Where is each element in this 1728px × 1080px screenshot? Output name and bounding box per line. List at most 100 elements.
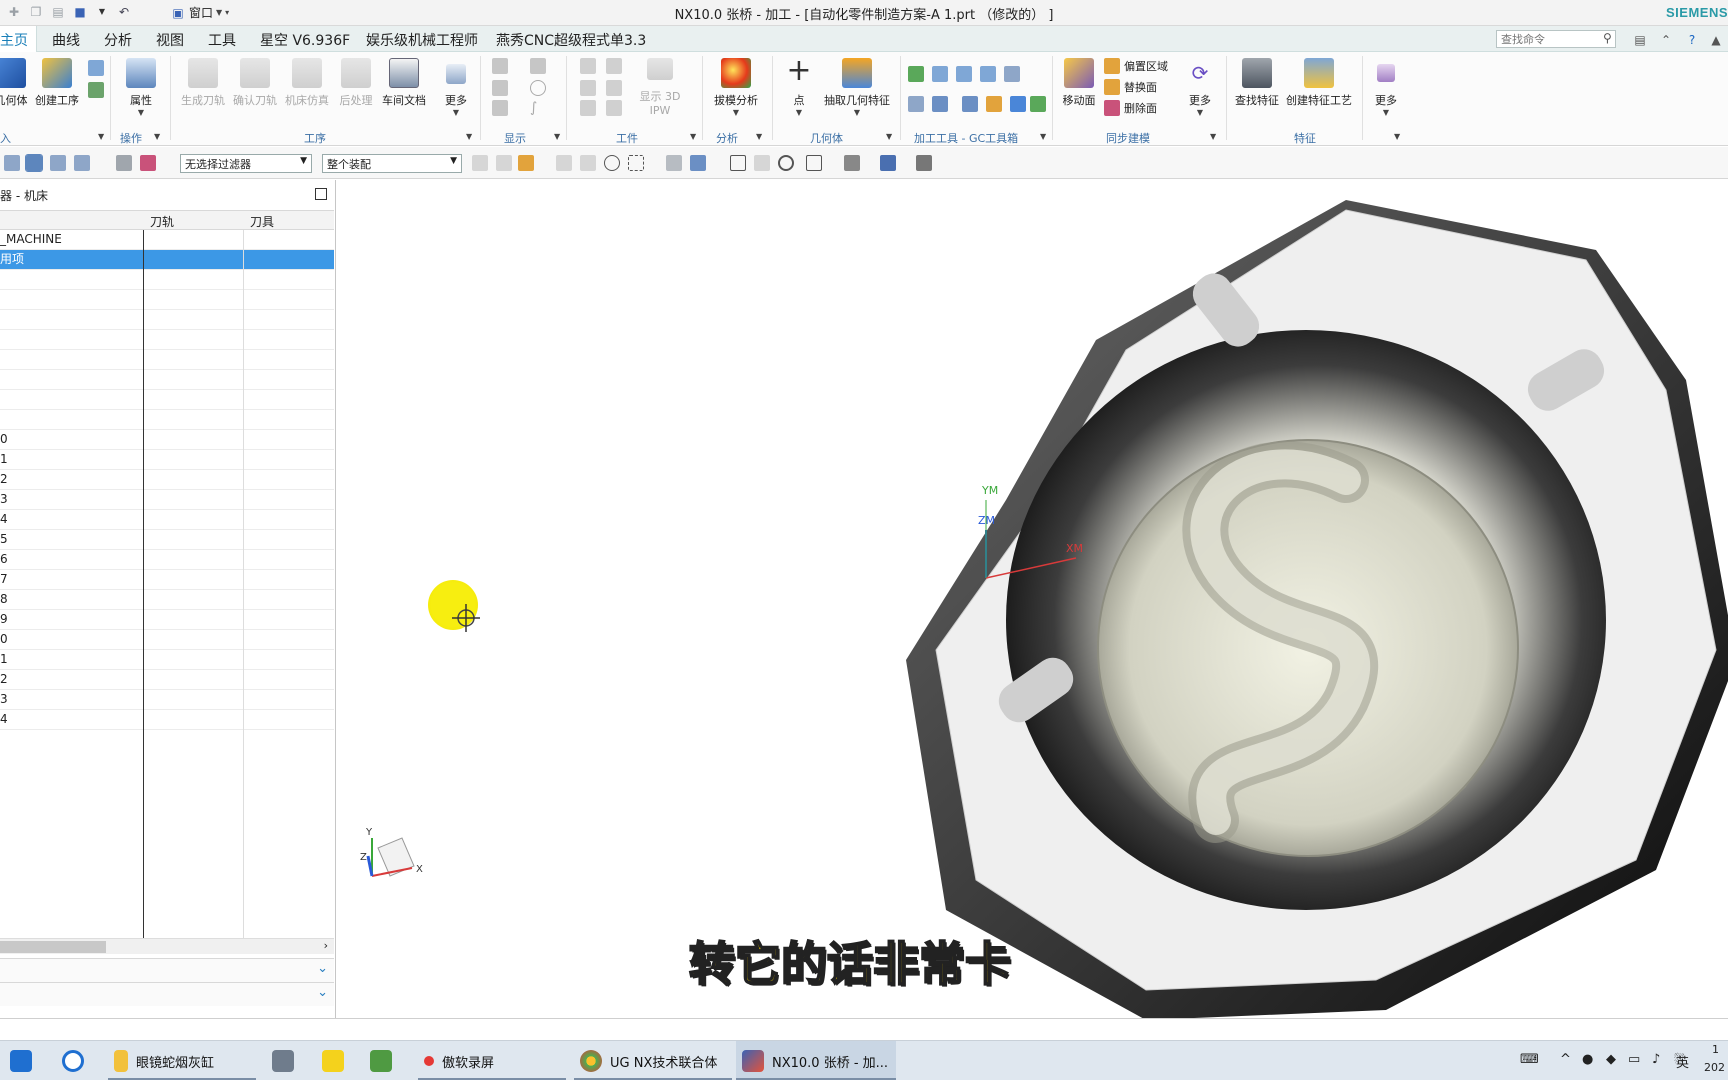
snap-icon-2[interactable] xyxy=(496,155,512,171)
table-row[interactable]: 2 xyxy=(0,670,334,690)
properties-button[interactable]: 属性 ▼ xyxy=(124,58,158,117)
postprocess-button[interactable]: 后处理 xyxy=(336,58,376,108)
table-row[interactable]: 4 xyxy=(0,510,334,530)
chevron-down-icon[interactable]: ▼ xyxy=(690,132,696,141)
machine-simulation-button[interactable]: 机床仿真 xyxy=(284,58,330,108)
table-row[interactable]: 用项 xyxy=(0,250,334,270)
mail-app-button[interactable] xyxy=(10,1041,44,1080)
gc-icon-4[interactable] xyxy=(980,66,996,82)
table-row[interactable] xyxy=(0,330,334,350)
table-row[interactable] xyxy=(0,310,334,330)
replay-icon[interactable] xyxy=(492,80,508,96)
view-cube-icon[interactable] xyxy=(690,155,706,171)
gc-icon-9[interactable] xyxy=(986,96,1002,112)
table-row[interactable] xyxy=(0,390,334,410)
table-row[interactable]: 3 xyxy=(0,690,334,710)
chevron-down-icon[interactable]: ▼ xyxy=(1394,132,1400,141)
snap-icon-5[interactable] xyxy=(580,155,596,171)
tab-curve[interactable]: 曲线 xyxy=(52,30,80,50)
display-toolpath-icon[interactable] xyxy=(492,58,508,74)
work-layer-icon[interactable] xyxy=(916,155,932,171)
workpiece-icon-b[interactable] xyxy=(606,58,622,74)
table-row[interactable]: 4 xyxy=(0,710,334,730)
render-style-icon[interactable] xyxy=(844,155,860,171)
geometry-view-icon[interactable] xyxy=(50,155,66,171)
microphone-icon[interactable]: ● xyxy=(1582,1052,1593,1067)
gc-icon-3[interactable] xyxy=(956,66,972,82)
chevron-down-icon[interactable]: ▼ xyxy=(886,132,892,141)
method-icon[interactable] xyxy=(88,82,104,98)
move-face-button[interactable]: 移动面 xyxy=(1060,58,1098,108)
tab-analysis[interactable]: 分析 xyxy=(104,30,132,50)
calculator-button[interactable] xyxy=(272,1041,302,1080)
geometry-button[interactable]: 几何体 xyxy=(0,58,28,108)
gc-icon-5[interactable] xyxy=(1004,66,1020,82)
more-button-process[interactable]: 更多 ▼ xyxy=(440,58,472,117)
table-row[interactable]: _MACHINE xyxy=(0,230,334,250)
target-icon[interactable] xyxy=(530,80,546,96)
tab-tools[interactable]: 工具 xyxy=(208,30,236,50)
table-row[interactable]: 8 xyxy=(0,590,334,610)
graphics-viewport[interactable]: ZM XM YM Y Z X xyxy=(346,180,1728,1018)
verify-toolpath-button[interactable]: 确认刀轨 xyxy=(232,58,278,108)
rotate-icon[interactable] xyxy=(778,155,794,171)
curve-icon[interactable]: ∫ xyxy=(530,100,546,116)
create-operation-button[interactable]: 创建工序 xyxy=(32,58,82,108)
snap-icon-3[interactable] xyxy=(518,155,534,171)
taskbar-item-folder[interactable]: 眼镜蛇烟灰缸 xyxy=(108,1041,256,1080)
table-row[interactable] xyxy=(0,410,334,430)
select-icon[interactable] xyxy=(116,155,132,171)
gc-icon-6[interactable] xyxy=(908,96,924,112)
tab-home[interactable]: 主页 xyxy=(0,26,37,53)
keyboard-icon[interactable]: ⌨ xyxy=(1520,1052,1539,1067)
table-row[interactable] xyxy=(0,290,334,310)
workpiece-icon-e[interactable] xyxy=(580,100,596,116)
clock-date[interactable]: 202 xyxy=(1704,1061,1725,1074)
extract-geometry-button[interactable]: 抽取几何特征 ▼ xyxy=(822,58,892,117)
table-row[interactable] xyxy=(0,370,334,390)
list-toolpath-icon[interactable] xyxy=(492,100,508,116)
generate-toolpath-button[interactable]: 生成刀轨 xyxy=(180,58,226,108)
gc-icon-8[interactable] xyxy=(962,96,978,112)
replace-face-button[interactable]: 替换面 xyxy=(1124,79,1157,95)
workpiece-icon-a[interactable] xyxy=(580,58,596,74)
orient-view-icon[interactable] xyxy=(806,155,822,171)
ime-indicator[interactable]: 英 xyxy=(1676,1052,1689,1071)
type-filter-select[interactable]: 无选择过滤器 ▼ xyxy=(180,154,312,173)
fit-icon[interactable] xyxy=(730,155,746,171)
point-button[interactable]: + 点 ▼ xyxy=(782,56,816,118)
chevron-down-icon[interactable]: ▼ xyxy=(154,132,160,141)
table-row[interactable]: 5 xyxy=(0,530,334,550)
chevron-down-icon[interactable]: ▼ xyxy=(1040,132,1046,141)
table-row[interactable]: 6 xyxy=(0,550,334,570)
taskbar-item-recorder[interactable]: 傲软录屏 xyxy=(418,1041,566,1080)
table-row[interactable]: 1 xyxy=(0,450,334,470)
clock-time[interactable]: 1 xyxy=(1712,1043,1719,1056)
command-search-input[interactable] xyxy=(1496,30,1616,48)
taskbar-item-ug-community[interactable]: UG NX技术联合体 xyxy=(574,1041,732,1080)
volume-icon[interactable]: ♪ xyxy=(1652,1052,1660,1067)
show-3d-ipw-button[interactable]: 显示 3D IPW xyxy=(628,58,692,117)
box-select-icon[interactable] xyxy=(628,155,644,171)
table-row[interactable]: 7 xyxy=(0,570,334,590)
snap-icon-4[interactable] xyxy=(556,155,572,171)
table-row[interactable]: 2 xyxy=(0,470,334,490)
help-icon[interactable]: ? xyxy=(1684,32,1700,48)
table-row[interactable]: 3 xyxy=(0,490,334,510)
more-button-feature[interactable]: 更多 ▼ xyxy=(1370,58,1402,117)
chevron-down-icon[interactable]: ▼ xyxy=(466,132,472,141)
shaded-icon[interactable] xyxy=(666,155,682,171)
find-feature-button[interactable]: 查找特征 xyxy=(1234,58,1280,108)
snap-icon-1[interactable] xyxy=(472,155,488,171)
network-icon[interactable]: ▭ xyxy=(1628,1052,1640,1067)
chevron-up-icon[interactable]: ^ xyxy=(1560,1052,1571,1067)
table-row[interactable] xyxy=(0,270,334,290)
search-icon[interactable]: ⚲ xyxy=(1603,31,1612,45)
create-feature-process-button[interactable]: 创建特征工艺 xyxy=(1286,58,1352,108)
offset-region-button[interactable]: 偏置区域 xyxy=(1124,58,1168,74)
program-view-icon[interactable] xyxy=(4,155,20,171)
delete-face-button[interactable]: 删除面 xyxy=(1124,100,1157,116)
notes-app-button[interactable] xyxy=(370,1041,400,1080)
tab-mech-engineer[interactable]: 娱乐级机械工程师 xyxy=(366,30,478,50)
snap-point-icon[interactable] xyxy=(604,155,620,171)
